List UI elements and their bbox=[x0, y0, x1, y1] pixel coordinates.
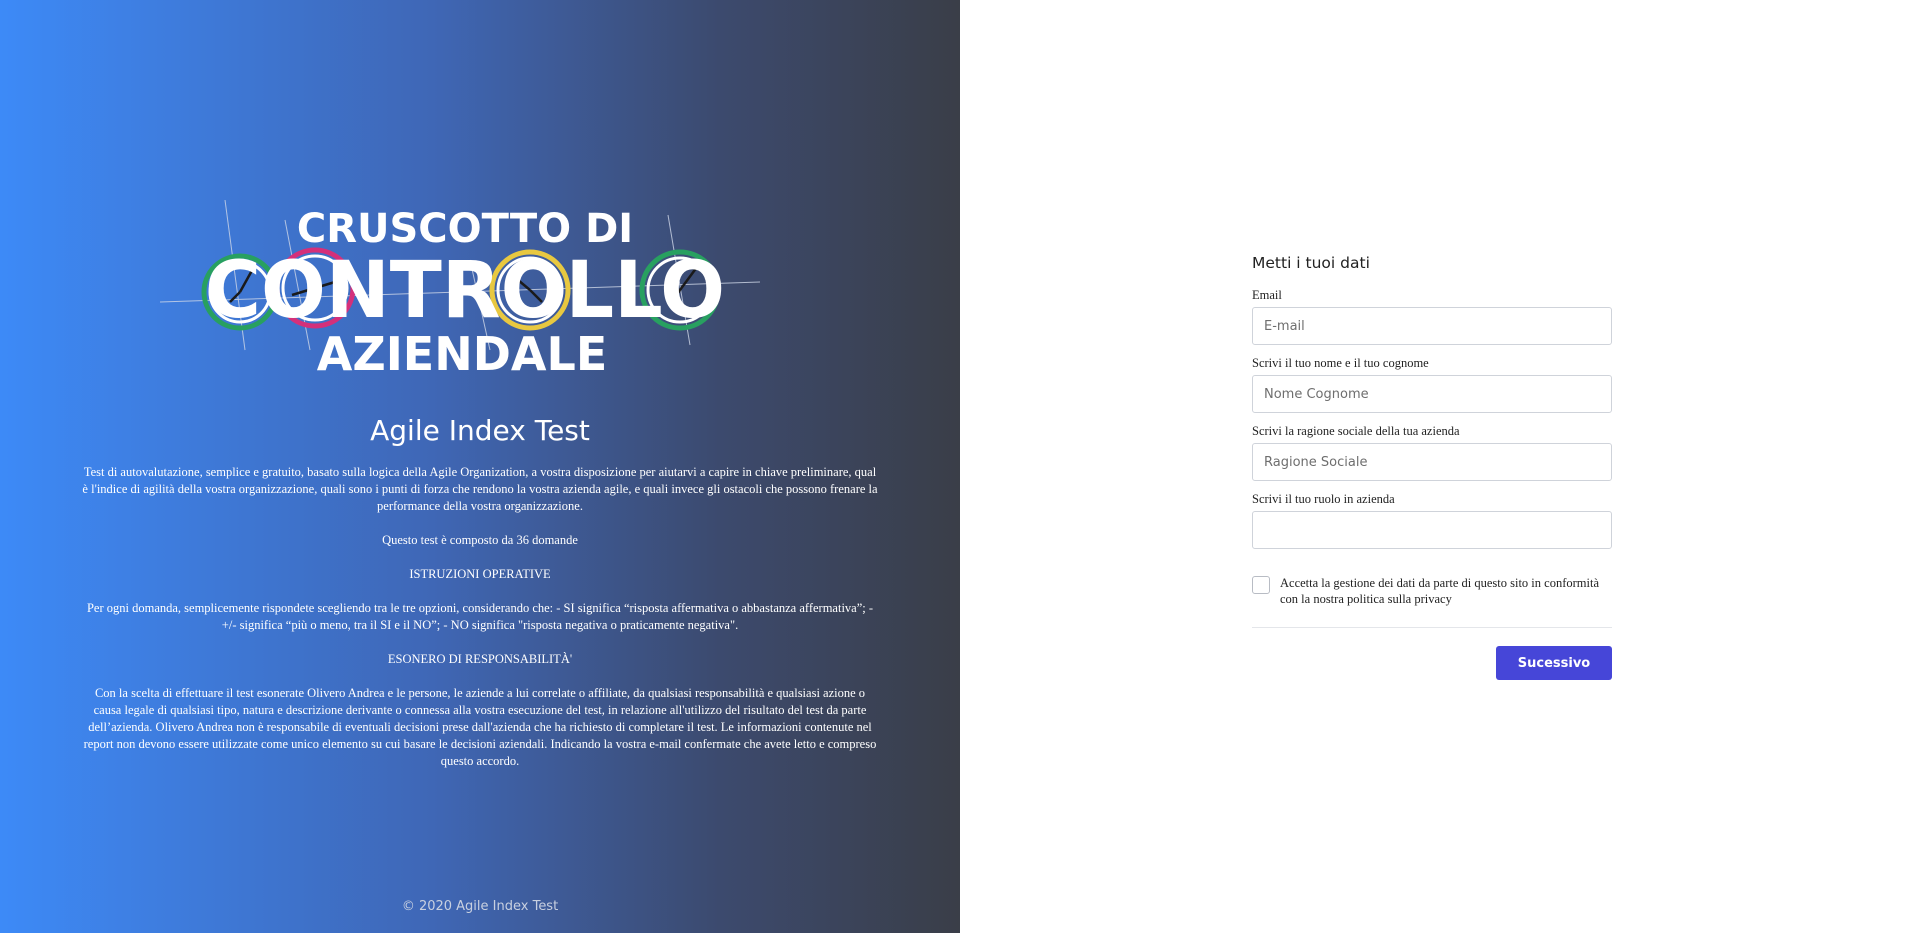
name-label: Scrivi il tuo nome e il tuo cognome bbox=[1252, 356, 1429, 370]
role-field[interactable] bbox=[1252, 511, 1612, 549]
logo-line-2: CONTROLLO bbox=[205, 246, 725, 336]
logo-line-3: AZIENDALE bbox=[317, 327, 608, 380]
intro-panel: CRUSCOTTO DI CONTROLLO AZIENDALE Agile I… bbox=[0, 0, 960, 933]
intro-description: Test di autovalutazione, semplice e grat… bbox=[82, 465, 878, 513]
form-divider bbox=[1252, 627, 1612, 628]
question-count: Questo test è composto da 36 domande bbox=[382, 533, 578, 547]
role-label: Scrivi il tuo ruolo in azienda bbox=[1252, 492, 1395, 506]
disclaimer-text: Con la scelta di effettuare il test eson… bbox=[83, 686, 877, 768]
email-label: Email bbox=[1252, 288, 1282, 302]
company-label: Scrivi la ragione sociale della tua azie… bbox=[1252, 424, 1460, 438]
name-field[interactable] bbox=[1252, 375, 1612, 413]
privacy-checkbox[interactable] bbox=[1252, 576, 1270, 594]
privacy-consent: Accetta la gestione dei dati da parte di… bbox=[1252, 575, 1612, 607]
company-field-group: Scrivi la ragione sociale della tua azie… bbox=[1252, 424, 1612, 481]
email-field[interactable] bbox=[1252, 307, 1612, 345]
name-field-group: Scrivi il tuo nome e il tuo cognome bbox=[1252, 356, 1612, 413]
copyright-footer: © 2020 Agile Index Test bbox=[401, 899, 559, 914]
next-button[interactable]: Sucessivo bbox=[1496, 646, 1612, 680]
instructions-heading: ISTRUZIONI OPERATIVE bbox=[409, 567, 551, 581]
form-actions: Sucessivo bbox=[1252, 646, 1612, 680]
privacy-label: Accetta la gestione dei dati da parte di… bbox=[1280, 576, 1599, 606]
user-data-form: Metti i tuoi dati Email Scrivi il tuo no… bbox=[1252, 254, 1612, 680]
intro-text: Test di autovalutazione, semplice e grat… bbox=[80, 464, 880, 787]
email-field-group: Email bbox=[1252, 288, 1612, 345]
company-field[interactable] bbox=[1252, 443, 1612, 481]
page-title: Agile Index Test bbox=[370, 414, 590, 447]
cruscotto-logo: CRUSCOTTO DI CONTROLLO AZIENDALE bbox=[160, 200, 765, 380]
role-field-group: Scrivi il tuo ruolo in azienda bbox=[1252, 492, 1612, 549]
form-title: Metti i tuoi dati bbox=[1252, 254, 1370, 272]
instructions-text: Per ogni domanda, semplicemente risponde… bbox=[86, 601, 874, 632]
disclaimer-heading: ESONERO DI RESPONSABILITÀ' bbox=[387, 652, 573, 666]
